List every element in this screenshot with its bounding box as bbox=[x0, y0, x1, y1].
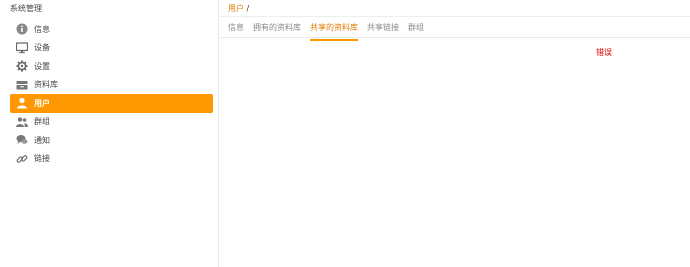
sidebar-item-notifications[interactable]: 通知 bbox=[10, 131, 213, 150]
monitor-icon bbox=[15, 41, 28, 54]
sidebar-item-settings[interactable]: 设置 bbox=[10, 57, 213, 76]
breadcrumb: 用户 / bbox=[228, 3, 249, 14]
sidebar-item-groups[interactable]: 群组 bbox=[10, 113, 213, 132]
notification-icon bbox=[15, 134, 28, 147]
sidebar-item-label: 链接 bbox=[34, 154, 50, 164]
library-icon bbox=[15, 78, 28, 91]
sidebar-item-links[interactable]: 链接 bbox=[10, 150, 213, 169]
group-icon bbox=[15, 115, 28, 128]
user-icon bbox=[15, 97, 28, 110]
sidebar-item-label: 设备 bbox=[34, 43, 50, 53]
sidebar-title: 系统管理 bbox=[10, 4, 42, 13]
sidebar-item-users[interactable]: 用户 bbox=[10, 94, 213, 113]
info-icon bbox=[15, 23, 28, 36]
gear-icon bbox=[15, 60, 28, 73]
sidebar-item-label: 群组 bbox=[34, 117, 50, 127]
error-message: 错误 bbox=[596, 48, 612, 57]
tab-divider bbox=[220, 37, 690, 38]
sidebar-item-label: 通知 bbox=[34, 135, 50, 145]
sidebar-item-label: 设置 bbox=[34, 61, 50, 71]
sidebar-item-libraries[interactable]: 资料库 bbox=[10, 76, 213, 95]
sidebar-item-info[interactable]: 信息 bbox=[10, 20, 213, 39]
sidebar-item-label: 用户 bbox=[34, 98, 50, 108]
breadcrumb-users-link[interactable]: 用户 bbox=[228, 4, 244, 13]
sidebar-item-label: 信息 bbox=[34, 24, 50, 34]
sidebar: 系统管理 信息 设备 设置 资料库 用户 群组 通知 链接 bbox=[0, 0, 219, 267]
sidebar-item-devices[interactable]: 设备 bbox=[10, 39, 213, 58]
sidebar-nav: 信息 设备 设置 资料库 用户 群组 通知 链接 bbox=[10, 20, 213, 168]
sidebar-item-label: 资料库 bbox=[34, 80, 58, 90]
header-divider bbox=[220, 16, 690, 17]
main-content: 用户 / 信息 拥有的资料库 共享的资料库 共享链接 群组 错误 bbox=[220, 0, 690, 267]
link-icon bbox=[15, 152, 28, 165]
breadcrumb-separator: / bbox=[246, 4, 250, 13]
